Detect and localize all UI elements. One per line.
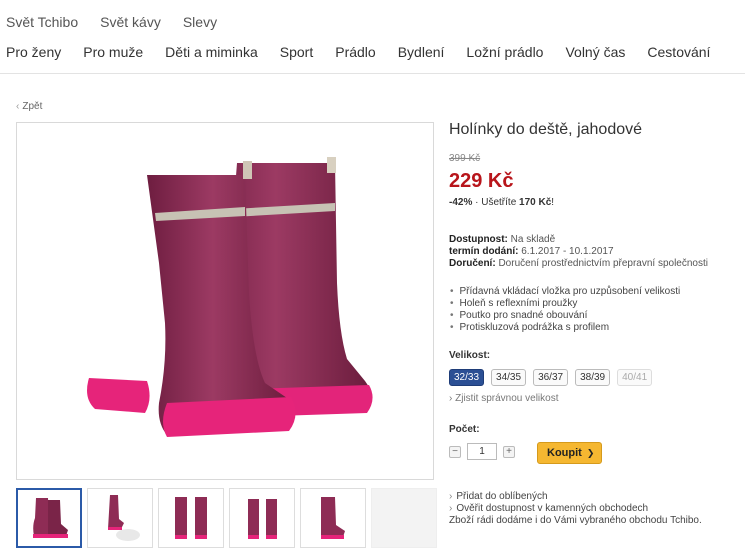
- delivery-details: Dostupnost: Na skladě termín dodání: 6.1…: [449, 234, 708, 270]
- nav-sport[interactable]: Sport: [280, 44, 313, 60]
- thumbnail-4[interactable]: [229, 488, 295, 548]
- feature-item: Poutko pro snadné obouvání: [450, 310, 680, 322]
- top-navigation: Svět Tchibo Svět kávy Slevy: [6, 14, 217, 30]
- shipping-label: Doručení:: [449, 258, 496, 269]
- chevron-right-icon: ›: [449, 491, 453, 502]
- back-link[interactable]: ‹ Zpět: [16, 101, 42, 112]
- shipping-value: Doručení prostřednictvím přepravní spole…: [498, 258, 708, 269]
- nav-pro-zeny[interactable]: Pro ženy: [6, 44, 61, 60]
- nav-svet-kavy[interactable]: Svět kávy: [100, 14, 161, 30]
- quantity-stepper: − +: [449, 443, 515, 460]
- main-navigation: Pro ženy Pro muže Děti a miminka Sport P…: [6, 44, 732, 60]
- feature-list: Přídavná vkládací vložka pro uzpůsobení …: [450, 286, 681, 334]
- boots-side-thumbnail-icon: [321, 497, 345, 539]
- chevron-right-icon: ›: [449, 503, 453, 514]
- current-price: 229 Kč: [449, 170, 514, 192]
- buy-label: Koupit: [547, 447, 582, 459]
- nav-slevy[interactable]: Slevy: [183, 14, 217, 30]
- thumbnail-1[interactable]: [16, 488, 82, 548]
- size-label: Velikost:: [449, 350, 491, 361]
- size-option-34-35[interactable]: 34/35: [491, 369, 527, 386]
- size-option-36-37[interactable]: 36/37: [533, 369, 569, 386]
- nav-cestovani[interactable]: Cestování: [647, 44, 710, 60]
- boots-thumbnail-icon: [33, 498, 68, 538]
- feature-item: Protiskluzová podrážka s profilem: [450, 322, 680, 334]
- discount-percent: -42%: [449, 197, 473, 208]
- nav-deti-a-miminka[interactable]: Děti a miminka: [165, 44, 258, 60]
- thumbnail-6[interactable]: [371, 488, 437, 548]
- saving-label: Ušetříte: [481, 197, 517, 208]
- nav-lozni-pradlo[interactable]: Ložní prádlo: [466, 44, 543, 60]
- saving-value: 170 Kč: [519, 197, 552, 208]
- buy-button[interactable]: Koupit ❯: [537, 442, 602, 464]
- feature-item: Přídavná vkládací vložka pro uzpůsobení …: [450, 286, 681, 298]
- thumbnail-2[interactable]: [87, 488, 153, 548]
- feature-item: Holeň s reflexními proužky: [450, 298, 680, 310]
- quantity-input[interactable]: [467, 443, 497, 460]
- back-label: Zpět: [22, 101, 43, 112]
- saving-info: -42% · Ušetříte 170 Kč!: [449, 197, 554, 208]
- saving-suffix: !: [551, 197, 555, 208]
- delivery-date-label: termín dodání:: [449, 246, 519, 257]
- arrow-right-icon: ❯: [586, 448, 595, 458]
- size-selector: 32/33 34/35 36/37 38/39 40/41: [449, 369, 653, 386]
- extra-links: › Přidat do oblíbených › Ověřit dostupnost…: [449, 491, 702, 527]
- check-store-label: Ověřit dostupnost v kamenných obchodech: [456, 503, 649, 514]
- chevron-left-icon: ‹: [16, 101, 20, 112]
- quantity-minus-button[interactable]: −: [449, 445, 461, 458]
- nav-svet-tchibo[interactable]: Svět Tchibo: [6, 14, 78, 30]
- availability-row: Dostupnost: Na skladě: [449, 234, 708, 246]
- availability-label: Dostupnost:: [449, 234, 508, 245]
- size-guide-label: Zjistit správnou velikost: [455, 393, 559, 404]
- quantity-label: Počet:: [449, 424, 480, 435]
- check-store-availability-link[interactable]: › Ověřit dostupnost v kamenných obchodech: [449, 503, 702, 515]
- nav-pro-muze[interactable]: Pro muže: [83, 44, 143, 60]
- thumbnail-5[interactable]: [300, 488, 366, 548]
- nav-bydleni[interactable]: Bydlení: [398, 44, 445, 60]
- size-option-38-39[interactable]: 38/39: [575, 369, 611, 386]
- shipping-row: Doručení: Doručení prostřednictvím přepr…: [449, 258, 708, 270]
- product-main-image[interactable]: [16, 122, 434, 480]
- availability-value: Na skladě: [510, 234, 556, 245]
- product-title: Holínky do deště, jahodové: [449, 121, 643, 138]
- boots-front-thumbnail-icon: [175, 497, 207, 539]
- thumbnail-strip: [16, 488, 437, 548]
- delivery-date-value: 6.1.2017 - 10.1.2017: [521, 246, 614, 257]
- thumbnail-3[interactable]: [158, 488, 224, 548]
- nav-pradlo[interactable]: Prádlo: [335, 44, 375, 60]
- rain-boots-image: [87, 157, 373, 437]
- size-option-32-33[interactable]: 32/33: [449, 369, 485, 386]
- nav-volny-cas[interactable]: Volný čas: [565, 44, 625, 60]
- old-price: 399 Kč: [449, 153, 481, 164]
- nav-divider: [0, 73, 745, 74]
- delivery-date-row: termín dodání: 6.1.2017 - 10.1.2017: [449, 246, 708, 258]
- add-to-favorites-link[interactable]: › Přidat do oblíbených: [449, 491, 702, 503]
- size-option-40-41: 40/41: [617, 369, 653, 386]
- boots-back-thumbnail-icon: [248, 499, 277, 539]
- store-delivery-note: Zboží rádi dodáme i do Vámi vybraného ob…: [449, 515, 702, 526]
- add-to-favorites-label: Přidat do oblíbených: [456, 491, 548, 502]
- size-guide-link[interactable]: › Zjistit správnou velikost: [449, 393, 558, 404]
- boot-insole-thumbnail-icon: [108, 495, 140, 541]
- quantity-plus-button[interactable]: +: [503, 445, 515, 458]
